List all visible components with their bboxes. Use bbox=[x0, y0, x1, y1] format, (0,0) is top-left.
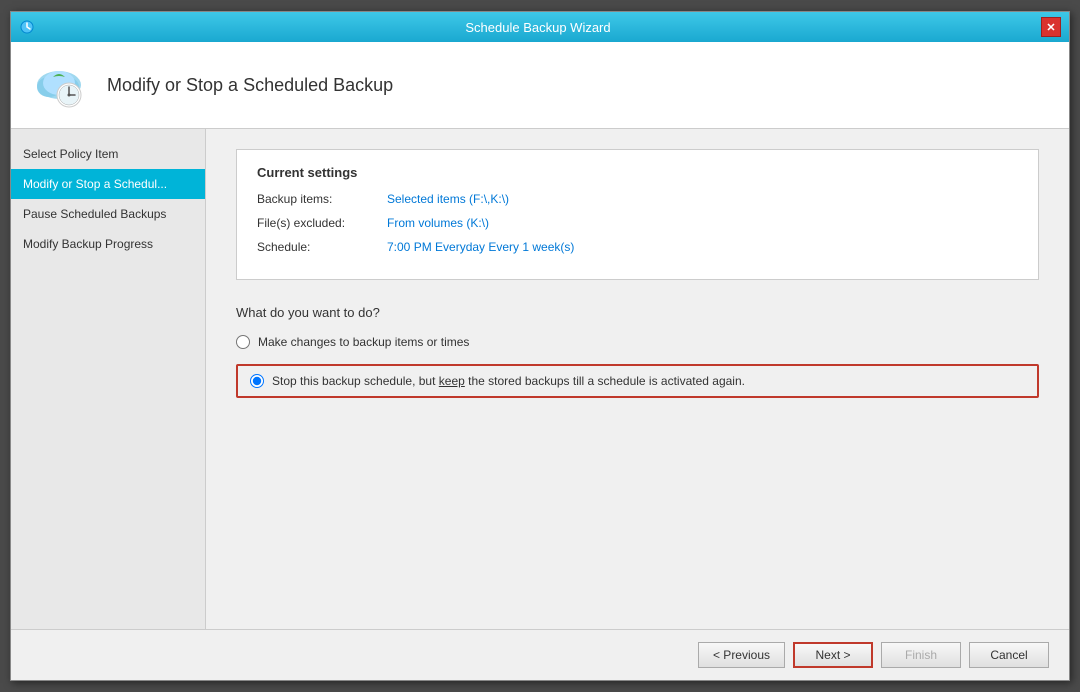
backup-items-value: Selected items (F:\,K:\) bbox=[387, 192, 509, 206]
current-settings-box: Current settings Backup items: Selected … bbox=[236, 149, 1039, 280]
what-todo-section: What do you want to do? Make changes to … bbox=[236, 305, 1039, 398]
current-settings-title: Current settings bbox=[257, 165, 1018, 180]
window-title: Schedule Backup Wizard bbox=[35, 20, 1041, 35]
sidebar-item-modify-backup[interactable]: Modify Backup Progress bbox=[11, 229, 205, 259]
setting-row-backup-items: Backup items: Selected items (F:\,K:\) bbox=[257, 192, 1018, 206]
what-todo-title: What do you want to do? bbox=[236, 305, 1039, 320]
cancel-button[interactable]: Cancel bbox=[969, 642, 1049, 668]
page-title: Modify or Stop a Scheduled Backup bbox=[107, 75, 393, 96]
main-content-area: Current settings Backup items: Selected … bbox=[206, 129, 1069, 629]
make-changes-label[interactable]: Make changes to backup items or times bbox=[258, 335, 469, 349]
header-area: Modify or Stop a Scheduled Backup bbox=[11, 42, 1069, 129]
previous-button[interactable]: < Previous bbox=[698, 642, 785, 668]
title-bar: Schedule Backup Wizard ✕ bbox=[11, 12, 1069, 42]
schedule-label: Schedule: bbox=[257, 240, 387, 254]
setting-row-files-excluded: File(s) excluded: From volumes (K:\) bbox=[257, 216, 1018, 230]
setting-row-schedule: Schedule: 7:00 PM Everyday Every 1 week(… bbox=[257, 240, 1018, 254]
backup-icon bbox=[31, 57, 87, 113]
sidebar-item-modify-or-stop[interactable]: Modify or Stop a Schedul... bbox=[11, 169, 205, 199]
finish-button[interactable]: Finish bbox=[881, 642, 961, 668]
backup-items-label: Backup items: bbox=[257, 192, 387, 206]
content-area: Select Policy Item Modify or Stop a Sche… bbox=[11, 129, 1069, 629]
files-excluded-value: From volumes (K:\) bbox=[387, 216, 489, 230]
app-icon bbox=[19, 19, 35, 35]
stop-label-underline: keep bbox=[439, 374, 465, 388]
sidebar: Select Policy Item Modify or Stop a Sche… bbox=[11, 129, 206, 629]
files-excluded-label: File(s) excluded: bbox=[257, 216, 387, 230]
main-window: Schedule Backup Wizard ✕ Modify or Stop … bbox=[10, 11, 1070, 681]
stop-label-suffix: the stored backups till a schedule is ac… bbox=[465, 374, 745, 388]
stop-schedule-radio[interactable] bbox=[250, 374, 264, 388]
next-button[interactable]: Next > bbox=[793, 642, 873, 668]
stop-label-prefix: Stop this backup schedule, but bbox=[272, 374, 439, 388]
schedule-value: 7:00 PM Everyday Every 1 week(s) bbox=[387, 240, 574, 254]
radio-option-make-changes: Make changes to backup items or times bbox=[236, 335, 1039, 349]
footer-area: < Previous Next > Finish Cancel bbox=[11, 629, 1069, 680]
close-button[interactable]: ✕ bbox=[1041, 17, 1061, 37]
sidebar-item-select-policy[interactable]: Select Policy Item bbox=[11, 139, 205, 169]
make-changes-radio[interactable] bbox=[236, 335, 250, 349]
sidebar-item-pause-scheduled[interactable]: Pause Scheduled Backups bbox=[11, 199, 205, 229]
radio-option-stop-schedule: Stop this backup schedule, but keep the … bbox=[236, 364, 1039, 398]
stop-schedule-label[interactable]: Stop this backup schedule, but keep the … bbox=[272, 374, 745, 388]
